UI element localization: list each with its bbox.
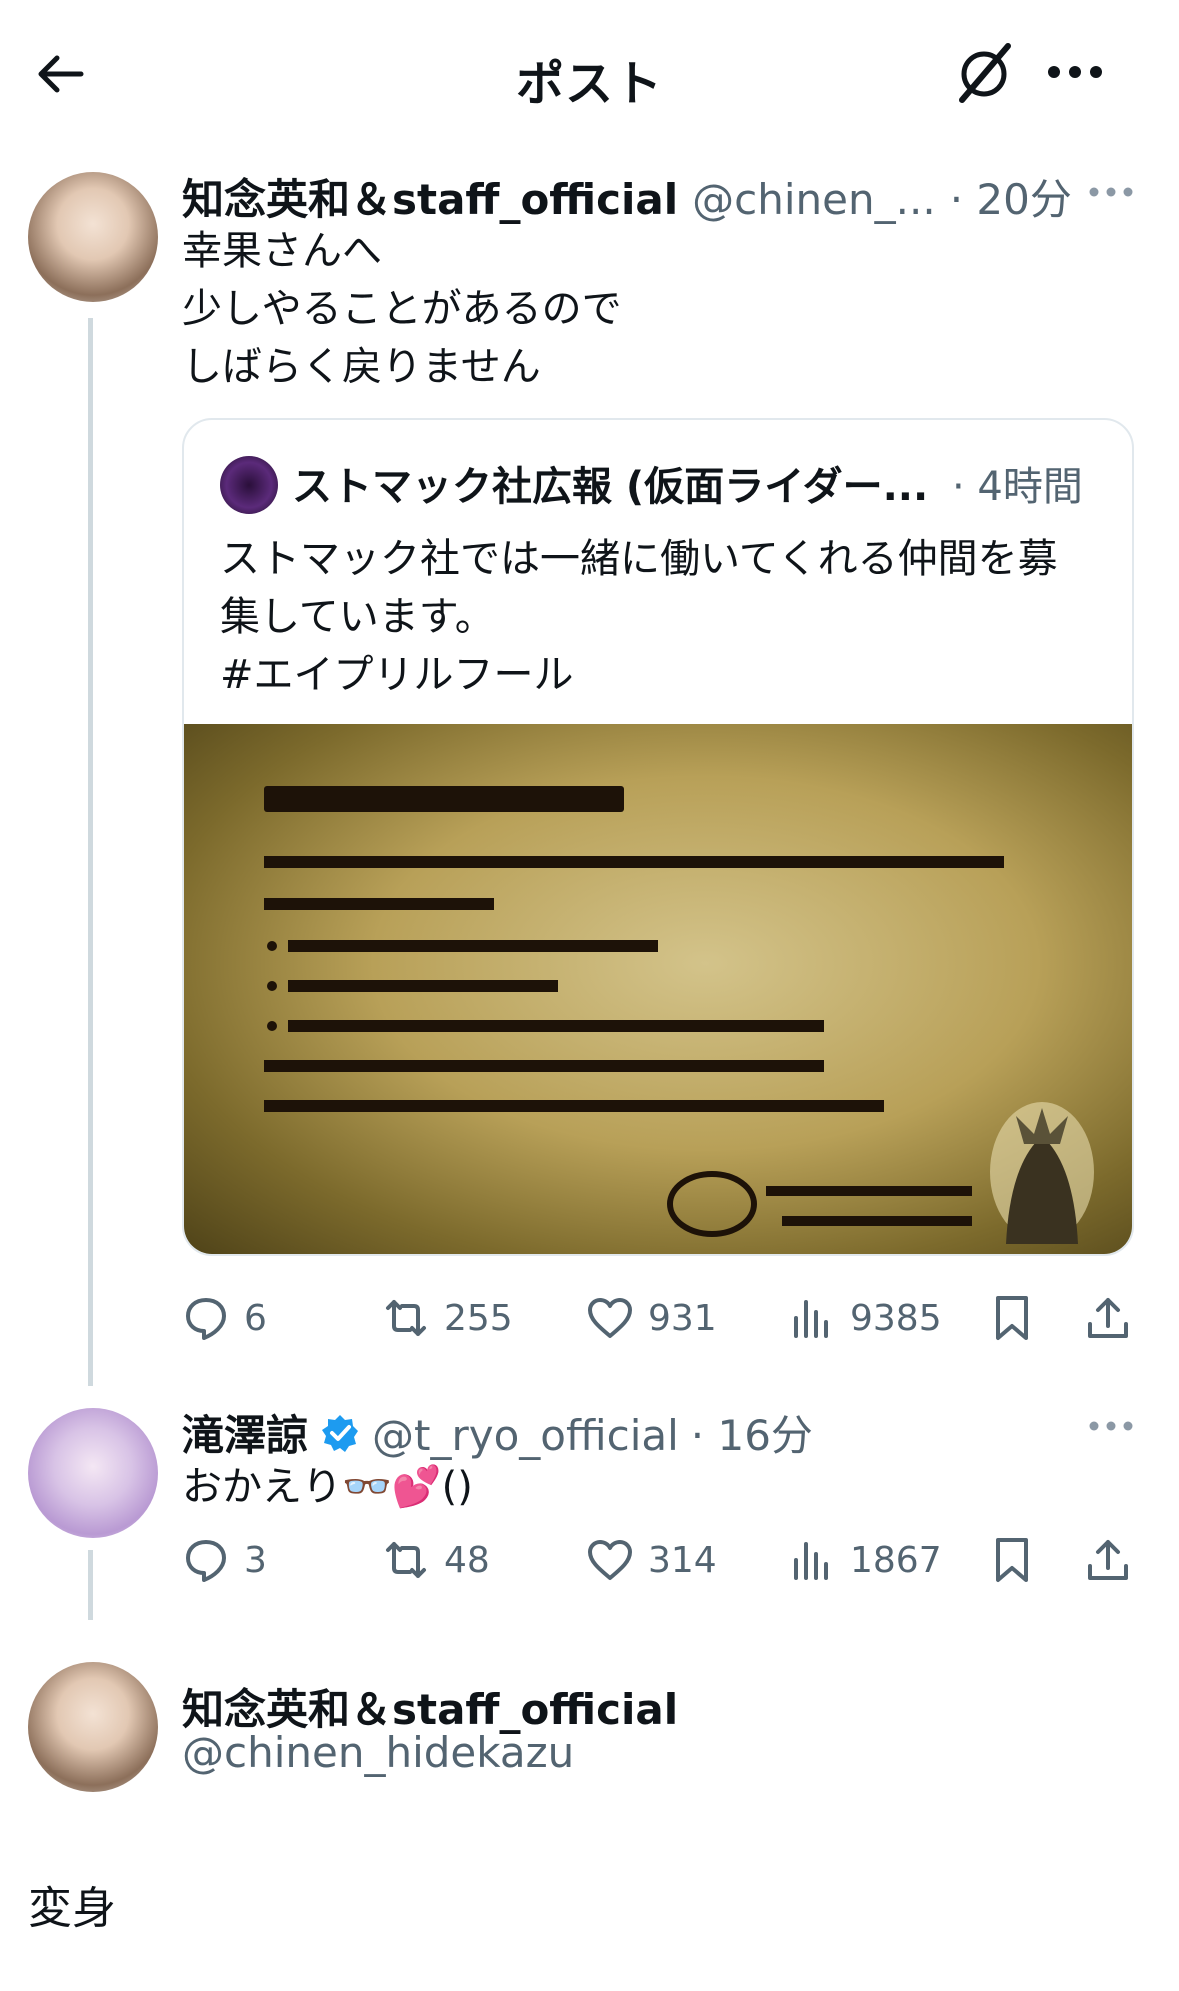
bookmark-button[interactable]	[988, 1290, 1036, 1346]
share-icon	[1088, 1540, 1128, 1580]
share-icon	[1088, 1298, 1128, 1338]
heart-icon	[588, 1540, 632, 1580]
parchment-glyphs-image	[264, 786, 1094, 1244]
like-count: 314	[648, 1539, 717, 1581]
tweet-text: おかえり👓💕()	[182, 1464, 473, 1510]
tweet-text-line: しばらく戻りません	[182, 344, 541, 390]
tweet-text-line: 幸果さんへ	[182, 228, 382, 274]
tweet-text: 変身	[28, 1883, 116, 1934]
share-button[interactable]	[1084, 1532, 1132, 1588]
verified-badge-icon	[322, 1414, 359, 1452]
views-count: 1867	[850, 1539, 942, 1581]
quoted-tweet-card[interactable]: ストマック社広報 (仮面ライダー... · 4時間 ストマック社では一緒に働いて…	[182, 418, 1134, 1256]
quoted-text: ストマック社では一緒に働いてくれる仲間を募 集しています。 #エイプリルフール	[220, 530, 1100, 704]
more-icon	[1048, 66, 1102, 78]
grok-button[interactable]	[950, 38, 1020, 108]
share-button[interactable]	[1084, 1290, 1132, 1346]
reply-icon	[186, 1540, 226, 1582]
tweet-more-button[interactable]	[1086, 1416, 1136, 1436]
more-icon	[1089, 187, 1133, 197]
post-time: · 20分	[949, 175, 1072, 224]
quoted-text-line[interactable]: #エイプリルフール	[220, 646, 1100, 704]
tweet-more-button[interactable]	[1086, 182, 1136, 202]
retweet-button[interactable]: 48	[382, 1532, 490, 1588]
author-name[interactable]: 滝澤諒	[182, 1402, 308, 1463]
quoted-text-line: 集しています。	[220, 594, 495, 640]
heart-icon	[588, 1298, 632, 1338]
like-count: 931	[648, 1297, 717, 1339]
views-button[interactable]: 9385	[788, 1290, 942, 1346]
avatar[interactable]	[28, 1662, 158, 1792]
author-handle[interactable]: @chinen_hidekazu	[182, 1728, 574, 1777]
analytics-icon	[794, 1300, 828, 1338]
reply-count: 3	[244, 1539, 267, 1581]
quoted-avatar	[220, 456, 278, 514]
quoted-media-image[interactable]	[184, 724, 1132, 1254]
reply-icon	[186, 1298, 226, 1340]
reply-count: 6	[244, 1297, 267, 1339]
avatar[interactable]	[28, 1408, 158, 1538]
grok-icon	[959, 43, 1011, 103]
views-count: 9385	[850, 1297, 942, 1339]
tweet-text-line: 少しやることがあるので	[182, 286, 622, 332]
quoted-post-time: · 4時間	[952, 464, 1083, 510]
bookmark-icon	[996, 1538, 1028, 1582]
bookmark-icon	[996, 1296, 1028, 1340]
retweet-count: 255	[444, 1297, 513, 1339]
retweet-icon	[386, 1542, 426, 1578]
avatar[interactable]	[28, 172, 158, 302]
analytics-icon	[794, 1542, 828, 1580]
retweet-button[interactable]: 255	[382, 1290, 513, 1346]
reply-button[interactable]: 6	[182, 1290, 267, 1346]
thread-line	[88, 1550, 93, 1620]
author-name[interactable]: 知念英和＆staff_official	[182, 166, 678, 227]
author-handle[interactable]: @chinen_...	[692, 175, 936, 224]
like-button[interactable]: 931	[586, 1290, 717, 1346]
reply-button[interactable]: 3	[182, 1532, 267, 1588]
more-button[interactable]	[1040, 42, 1110, 102]
author-handle[interactable]: @t_ryo_official	[372, 1411, 679, 1460]
quoted-text-line: ストマック社では一緒に働いてくれる仲間を募	[220, 536, 1058, 582]
post-time: · 16分	[690, 1411, 813, 1460]
retweet-icon	[386, 1300, 426, 1336]
bookmark-button[interactable]	[988, 1532, 1036, 1588]
retweet-count: 48	[444, 1539, 490, 1581]
thread-line	[88, 318, 93, 1386]
like-button[interactable]: 314	[586, 1532, 717, 1588]
quoted-author-name: ストマック社広報 (仮面ライダー...	[292, 464, 929, 510]
views-button[interactable]: 1867	[788, 1532, 942, 1588]
more-icon	[1089, 1421, 1133, 1431]
